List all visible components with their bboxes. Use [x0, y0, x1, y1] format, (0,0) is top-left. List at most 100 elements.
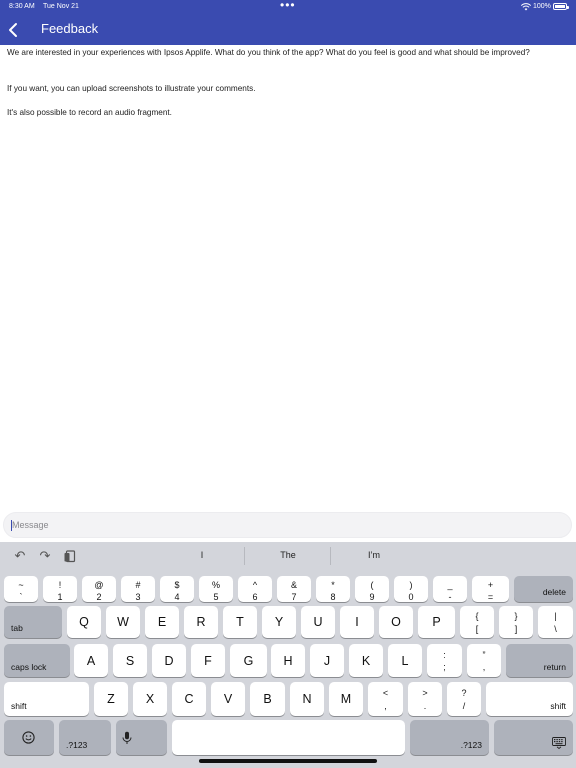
key-char: L [401, 653, 409, 668]
key-0[interactable]: ) 0 [394, 576, 428, 602]
key-char: N [302, 692, 312, 706]
battery-fill [555, 5, 565, 8]
key-j[interactable]: J [310, 644, 344, 677]
key-r[interactable]: R [184, 606, 218, 638]
home-indicator[interactable] [199, 759, 377, 763]
key-3[interactable]: #3 [121, 576, 155, 602]
key-w[interactable]: W [106, 606, 140, 638]
key-shift-char: $ [174, 580, 180, 590]
message-input[interactable] [12, 515, 552, 535]
return-key[interactable]: return [506, 644, 573, 677]
key-period[interactable]: >. [408, 682, 442, 716]
key-u[interactable]: U [301, 606, 335, 638]
emoji-key[interactable] [4, 720, 54, 755]
redo-icon[interactable]: ↷ [38, 549, 52, 563]
right-shift-key[interactable]: shift [486, 682, 573, 716]
key-quote[interactable]: ”, [467, 644, 501, 677]
key-left-brace[interactable]: {[ [460, 606, 494, 638]
status-date: Tue Nov 21 [43, 3, 79, 10]
undo-icon[interactable]: ↶ [13, 549, 27, 563]
key-e[interactable]: E [145, 606, 179, 638]
key-char: 0 [408, 592, 414, 602]
key-comma[interactable]: <, [368, 682, 403, 716]
key-shift-char: ! [58, 580, 62, 590]
delete-key[interactable]: delete [514, 576, 573, 602]
key-o[interactable]: O [379, 606, 413, 638]
key-4[interactable]: $4 [160, 576, 194, 602]
tab-key[interactable]: tab [4, 606, 62, 638]
key-c[interactable]: C [172, 682, 206, 716]
numbers-key-left[interactable]: .?123 [59, 720, 111, 755]
caps-lock-label: caps lock [11, 662, 47, 672]
key-char: B [263, 692, 272, 706]
key-d[interactable]: D [152, 644, 186, 677]
key-char: 2 [96, 592, 102, 602]
keyboard-dismiss-key[interactable] [494, 720, 573, 755]
key-char: Y [274, 615, 284, 629]
key-1[interactable]: ! 1 [43, 576, 77, 602]
key-shift-char: < [382, 688, 389, 698]
key-char: ] [514, 624, 518, 634]
key-equals[interactable]: + = [472, 576, 509, 602]
tab-label: tab [11, 623, 23, 633]
suggestion-3[interactable]: I’m [332, 550, 416, 560]
key-x[interactable]: X [133, 682, 167, 716]
key-v[interactable]: V [211, 682, 245, 716]
wifi-icon [521, 3, 531, 11]
shift-label: shift [550, 701, 566, 711]
key-slash[interactable]: ? / [447, 682, 481, 716]
key-q[interactable]: Q [67, 606, 101, 638]
key-char: [ [475, 624, 479, 634]
key-7[interactable]: & 7 [277, 576, 311, 602]
key-char: 9 [369, 592, 375, 602]
suggestion-1[interactable]: I [160, 550, 244, 560]
key-minus[interactable]: _ - [433, 576, 467, 602]
caps-lock-key[interactable]: caps lock [4, 644, 70, 677]
dictation-key[interactable] [116, 720, 167, 755]
back-chevron-icon[interactable] [6, 21, 22, 39]
key-t[interactable]: T [223, 606, 257, 638]
key-k[interactable]: K [349, 644, 383, 677]
key-a[interactable]: A [74, 644, 108, 677]
multitasking-dots-icon[interactable]: ••• [280, 0, 296, 12]
key-n[interactable]: N [290, 682, 324, 716]
key-backtick[interactable]: ~ ` [4, 576, 38, 602]
numbers-key-right[interactable]: .?123 [410, 720, 489, 755]
key-p[interactable]: P [418, 606, 455, 638]
key-9[interactable]: (9 [355, 576, 389, 602]
key-b[interactable]: B [250, 682, 285, 716]
key-char: Z [107, 692, 115, 706]
key-h[interactable]: H [271, 644, 305, 677]
suggestion-2[interactable]: The [246, 550, 330, 560]
key-g[interactable]: G [230, 644, 267, 677]
key-m[interactable]: M [329, 682, 363, 716]
key-6[interactable]: ^ 6 [238, 576, 272, 602]
key-char: 6 [252, 592, 258, 602]
key-backslash[interactable]: | \ [538, 606, 573, 638]
message-field[interactable] [3, 512, 572, 538]
left-shift-key[interactable]: shift [4, 682, 89, 716]
key-5[interactable]: % 5 [199, 576, 233, 602]
key-right-brace[interactable]: }] [499, 606, 533, 638]
key-char: F [204, 653, 212, 668]
shift-label: shift [11, 701, 27, 711]
numbers-label: .?123 [460, 740, 482, 750]
space-bar[interactable] [172, 720, 405, 755]
key-s[interactable]: S [113, 644, 147, 677]
key-2[interactable]: @2 [82, 576, 116, 602]
key-char: ` [19, 592, 23, 602]
status-time: 8:30 AM [9, 3, 35, 10]
key-f[interactable]: F [191, 644, 225, 677]
key-char: J [323, 653, 331, 668]
key-y[interactable]: Y [262, 606, 296, 638]
key-8[interactable]: * 8 [316, 576, 350, 602]
key-i[interactable]: I [340, 606, 374, 638]
key-z[interactable]: Z [94, 682, 128, 716]
key-semicolon[interactable]: :; [427, 644, 462, 677]
key-char: 1 [57, 592, 63, 602]
key-char: \ [554, 624, 557, 634]
key-l[interactable]: L [388, 644, 422, 677]
clipboard-icon[interactable] [63, 549, 77, 563]
suggestion-divider [330, 547, 331, 565]
key-char: P [432, 615, 441, 629]
